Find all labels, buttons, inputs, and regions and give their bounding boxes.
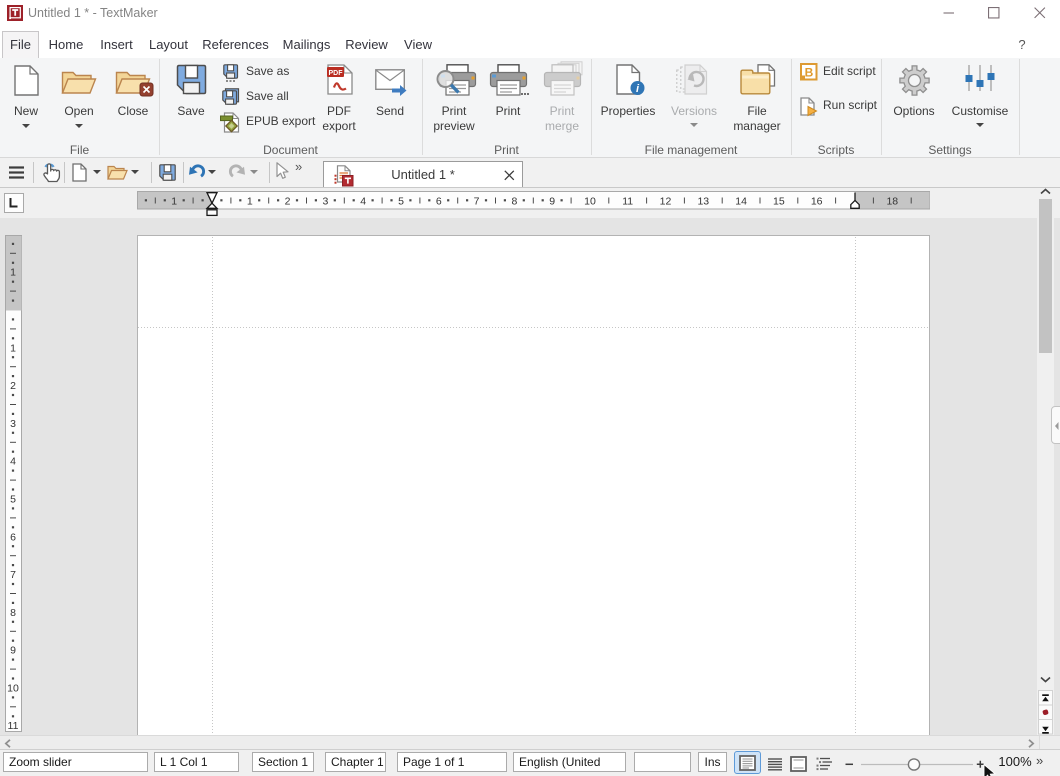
svg-text:14: 14 bbox=[735, 196, 747, 208]
svg-text:18: 18 bbox=[886, 196, 898, 208]
svg-text:2: 2 bbox=[10, 380, 16, 392]
svg-text:PDF: PDF bbox=[329, 70, 344, 77]
svg-text:2: 2 bbox=[285, 196, 291, 208]
svg-text:13: 13 bbox=[697, 196, 709, 208]
svg-text:3: 3 bbox=[10, 418, 16, 430]
svg-text:7: 7 bbox=[10, 569, 16, 581]
svg-text:8: 8 bbox=[10, 607, 16, 619]
svg-text:9: 9 bbox=[10, 645, 16, 657]
svg-text:10: 10 bbox=[7, 683, 19, 695]
svg-text:5: 5 bbox=[398, 196, 404, 208]
svg-text:16: 16 bbox=[811, 196, 823, 208]
svg-text:7: 7 bbox=[474, 196, 480, 208]
svg-text:8: 8 bbox=[511, 196, 517, 208]
svg-text:4: 4 bbox=[10, 456, 16, 468]
svg-text:6: 6 bbox=[436, 196, 442, 208]
svg-text:15: 15 bbox=[773, 196, 785, 208]
svg-text:9: 9 bbox=[549, 196, 555, 208]
svg-text:1: 1 bbox=[10, 267, 16, 279]
svg-text:1: 1 bbox=[10, 342, 16, 354]
svg-text:6: 6 bbox=[10, 531, 16, 543]
svg-text:1: 1 bbox=[247, 196, 253, 208]
svg-text:11: 11 bbox=[8, 720, 19, 732]
svg-text:5: 5 bbox=[10, 494, 16, 506]
svg-text:11: 11 bbox=[622, 196, 633, 208]
svg-text:10: 10 bbox=[584, 196, 596, 208]
svg-text:4: 4 bbox=[360, 196, 366, 208]
svg-text:1: 1 bbox=[171, 196, 177, 208]
svg-text:12: 12 bbox=[660, 196, 672, 208]
svg-text:B: B bbox=[805, 65, 814, 79]
svg-text:3: 3 bbox=[322, 196, 328, 208]
